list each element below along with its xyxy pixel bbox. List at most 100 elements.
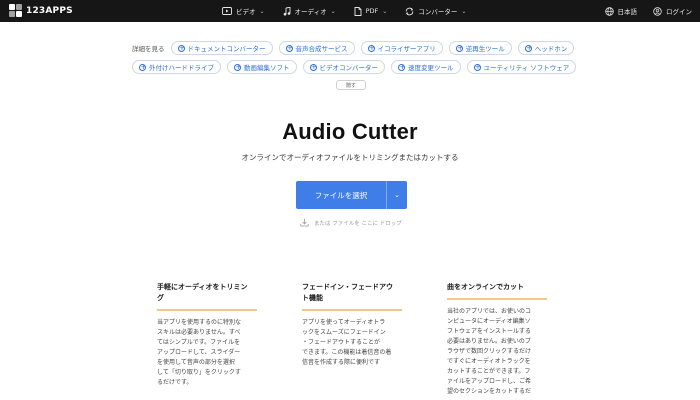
- login-button[interactable]: ログイン: [653, 6, 692, 16]
- chip-label: 音声合成サービス: [295, 45, 348, 53]
- feature-text-line: ックをスムーズにフェードイン: [302, 329, 386, 336]
- plus-circle-icon: [139, 62, 146, 72]
- hide-chips-button[interactable]: 隠す: [336, 80, 366, 90]
- feature-text-line: アプリを使ってオーディオトラ: [302, 319, 386, 326]
- chip-speed-changer[interactable]: 速度変更ツール: [391, 60, 461, 74]
- feature-title-line: 手軽にオーディオをトリミン: [157, 283, 248, 291]
- feature-card-online: 曲をオンラインでカット 当社のアプリでは、お使いのコ ンピュータにオーディオ編集…: [447, 282, 549, 397]
- feature-text-line: ですぐにオーディオトラックを: [447, 358, 531, 365]
- feature-title: 手軽にオーディオをトリミン グ: [157, 282, 259, 304]
- chevron-down-icon: ⌄: [382, 7, 388, 15]
- video-icon: [222, 7, 232, 15]
- login-label: ログイン: [666, 8, 692, 16]
- chip-utility-software[interactable]: ユーティリティ ソフトウェア: [466, 60, 577, 74]
- feature-title-line: ト機能: [302, 294, 323, 302]
- feature-text-line: ラウザで数回クリックするだけ: [447, 348, 532, 355]
- feature-text-line: 当社のアプリでは、お使いのコ: [447, 308, 532, 315]
- nav-audio-label: オーディオ: [294, 8, 327, 16]
- chip-label: ヘッドホン: [534, 45, 568, 53]
- chip-external-drive[interactable]: 外付けハードドライブ: [132, 60, 221, 74]
- nav-converter-label: コンバーター: [418, 8, 458, 16]
- feature-text-line: ァイルをアップロードし、ご希: [447, 378, 532, 385]
- select-file-label: ファイルを選択: [314, 190, 368, 200]
- nav-audio[interactable]: オーディオ ⌄: [283, 0, 336, 22]
- plus-circle-icon: [524, 43, 532, 53]
- plus-circle-icon: [398, 62, 405, 72]
- chip-reverse[interactable]: 逆再生ツール: [448, 41, 512, 55]
- feature-text-line: 当アプリを使用するのに特別な: [157, 319, 242, 326]
- feature-card-fade: フェードイン・フェードアウ ト機能 アプリを使ってオーディオトラ ックをスムーズ…: [302, 282, 404, 368]
- see-more-label: 詳細を見る: [132, 45, 165, 53]
- plus-circle-icon: [473, 62, 481, 72]
- feature-underline: [157, 309, 257, 311]
- feature-title: フェードイン・フェードアウ ト機能: [302, 282, 404, 304]
- plus-circle-icon: [177, 43, 185, 53]
- select-file-button[interactable]: ファイルを選択 ⌄: [296, 181, 407, 209]
- feature-underline: [447, 298, 547, 300]
- feature-text-line: 必要はありません。お使いのブ: [447, 338, 531, 345]
- chip-document-converter[interactable]: ドキュメントコンバーター: [170, 41, 273, 55]
- chevron-down-icon: ⌄: [259, 7, 265, 15]
- feature-text-line: ・フェードアウトすることが: [302, 339, 381, 346]
- feature-text: 当アプリを使用するのに特別な スキルは必要ありません。すべ てはシンプルです。フ…: [157, 318, 259, 388]
- language-selector[interactable]: 日本語: [604, 6, 637, 16]
- nav-converter[interactable]: コンバーター ⌄: [405, 0, 466, 22]
- nav-video-label: ビデオ: [236, 8, 256, 16]
- chip-label: 外付けハードドライブ: [149, 64, 214, 72]
- feature-title-line: フェードイン・フェードアウ: [302, 283, 393, 291]
- drop-hint: または ファイルを ここに ドロップ: [300, 218, 402, 227]
- chip-label: ユーティリティ ソフトウェア: [483, 64, 570, 72]
- chip-video-converter[interactable]: ビデオコンバーター: [302, 60, 385, 74]
- top-navigation-bar: 123APPS ビデオ ⌄ オーディオ ⌄ PDF ⌄ コンバーター ⌄ 日本語: [0, 0, 700, 22]
- nav-pdf[interactable]: PDF ⌄: [354, 0, 388, 22]
- chip-label: ビデオコンバーター: [319, 64, 379, 72]
- feature-text-line: カットすることができます。フ: [447, 368, 531, 375]
- chevron-down-icon: ⌄: [394, 191, 400, 199]
- source-dropdown-button[interactable]: ⌄: [387, 191, 407, 199]
- chevron-down-icon: ⌄: [330, 7, 336, 15]
- user-icon: [653, 6, 662, 16]
- chip-speech-synthesis[interactable]: 音声合成サービス: [278, 41, 355, 55]
- chip-equalizer[interactable]: イコライザーアプリ: [360, 41, 443, 55]
- globe-icon: [604, 6, 614, 16]
- feature-text-line: フトウェアをインストールする: [447, 328, 531, 335]
- feature-title-line: 曲をオンラインでカット: [447, 283, 524, 291]
- plus-circle-icon: [285, 43, 293, 53]
- chip-headphones[interactable]: ヘッドホン: [517, 41, 575, 55]
- logo-text: 123APPS: [26, 6, 73, 16]
- feature-text: アプリを使ってオーディオトラ ックをスムーズにフェードイン ・フェードアウトする…: [302, 318, 404, 368]
- chip-video-editor[interactable]: 動画編集ソフト: [227, 60, 297, 74]
- category-nav: ビデオ ⌄ オーディオ ⌄ PDF ⌄ コンバーター ⌄: [222, 0, 484, 22]
- logo-mark-icon: [9, 4, 23, 18]
- site-logo[interactable]: 123APPS: [9, 4, 73, 18]
- feature-text-line: スキルは必要ありません。すべ: [157, 329, 241, 336]
- plus-circle-icon: [309, 62, 317, 72]
- plus-circle-icon: [367, 43, 375, 53]
- feature-text-line: 望のセクションをカットするだ: [447, 388, 532, 395]
- feature-text-line: アップロードして、スライダー: [157, 349, 241, 356]
- convert-icon: [406, 7, 414, 15]
- plus-circle-icon: [455, 43, 463, 53]
- drop-hint-label: または ファイルを ここに ドロップ: [314, 220, 402, 227]
- feature-text-line: てはシンプルです。ファイルを: [157, 339, 241, 346]
- chip-label: 速度変更ツール: [408, 64, 454, 72]
- top-right-controls: 日本語 ログイン: [604, 0, 692, 22]
- chevron-down-icon: ⌄: [461, 7, 467, 15]
- feature-text-line: 信音を作成する際に便利です: [302, 359, 381, 366]
- related-tools-row-1: 詳細を見る ドキュメントコンバーター 音声合成サービス イコライザーアプリ 逆再…: [132, 41, 580, 55]
- chip-label: 逆再生ツール: [465, 45, 505, 53]
- page-title: Audio Cutter: [282, 119, 418, 144]
- feature-underline: [302, 309, 402, 311]
- feature-text: 当社のアプリでは、お使いのコ ンピュータにオーディオ編集ソ フトウェアをインスト…: [447, 307, 549, 397]
- feature-title: 曲をオンラインでカット: [447, 282, 549, 293]
- feature-text-line: して「切り取り」をクリックす: [157, 369, 241, 376]
- nav-video[interactable]: ビデオ ⌄: [222, 0, 265, 22]
- chip-label: 動画編集ソフト: [244, 64, 290, 72]
- feature-title-line: グ: [157, 294, 164, 302]
- hide-label: 隠す: [345, 82, 356, 89]
- feature-text-line: ンピュータにオーディオ編集ソ: [447, 318, 531, 325]
- page-subtitle: オンラインでオーディオファイルをトリミングまたはカットする: [241, 153, 459, 162]
- related-tools-row-2: 外付けハードドライブ 動画編集ソフト ビデオコンバーター 速度変更ツール ユーテ…: [132, 60, 582, 74]
- feature-text-line: できます。この機能は着信音の着: [302, 349, 392, 356]
- feature-text-line: を使用して音声の部分を選択: [157, 359, 235, 366]
